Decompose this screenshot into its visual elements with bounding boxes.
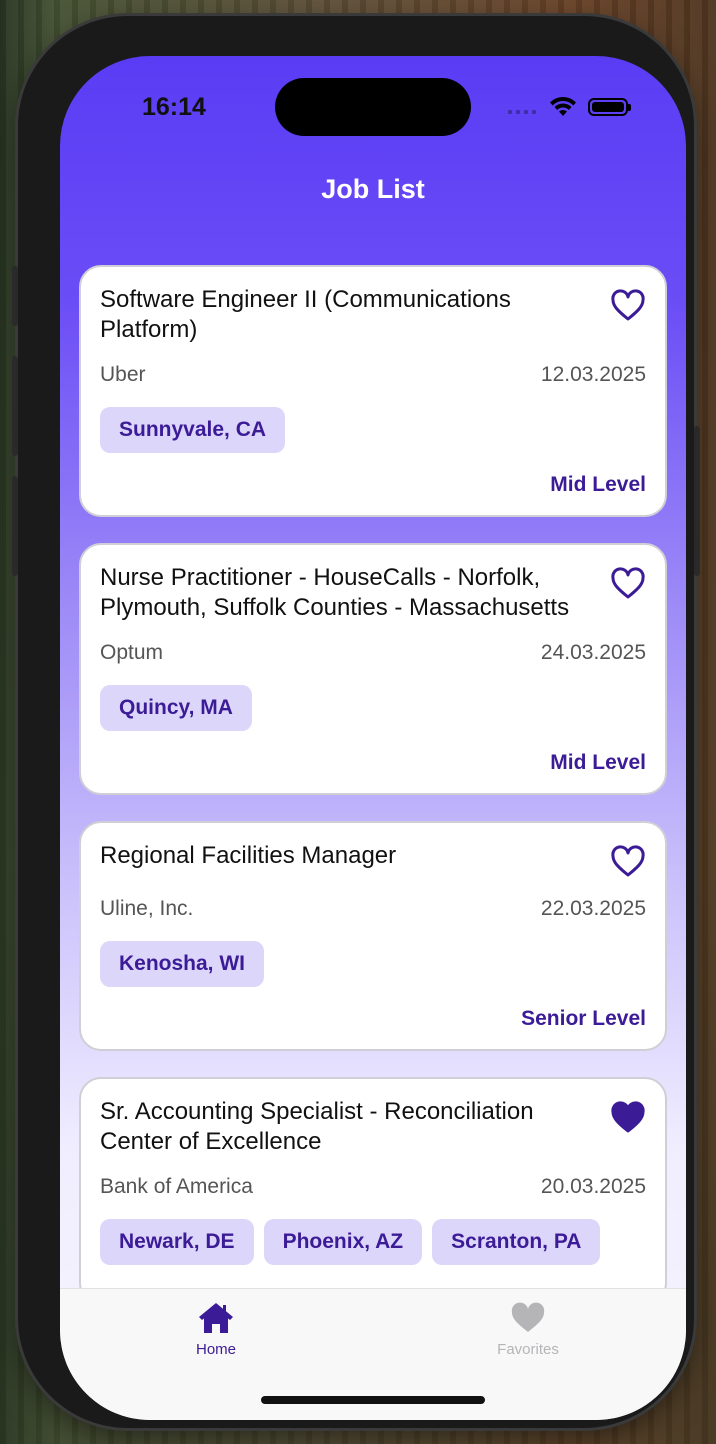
heart-filled-icon[interactable] [610, 1101, 646, 1135]
location-tags: Sunnyvale, CA [100, 407, 646, 453]
posted-date: 22.03.2025 [540, 897, 646, 920]
heart-outline-icon[interactable] [610, 567, 646, 601]
location-tag: Scranton, PA [432, 1219, 601, 1265]
volume-down-button [12, 476, 18, 576]
app-screen: 16:14 Job List Software Engineer II (Com… [60, 56, 686, 1420]
volume-up-button [12, 356, 18, 456]
job-level: Senior Level [521, 1007, 646, 1030]
power-button [694, 426, 700, 576]
status-time: 16:14 [142, 93, 206, 121]
job-title: Software Engineer II (Communications Pla… [100, 286, 511, 343]
battery-icon [588, 98, 631, 116]
page-title: Job List [321, 174, 425, 204]
job-title: Nurse Practitioner - HouseCalls - Norfol… [100, 564, 570, 621]
home-indicator[interactable] [261, 1396, 485, 1404]
job-list[interactable]: Software Engineer II (Communications Pla… [79, 265, 667, 1331]
job-level: Mid Level [550, 751, 646, 774]
heart-icon [511, 1302, 545, 1332]
company-name: Uline, Inc. [100, 897, 194, 920]
wifi-icon [550, 96, 576, 116]
location-tag: Sunnyvale, CA [100, 407, 286, 453]
tab-favorites-label: Favorites [497, 1341, 559, 1358]
cellular-signal-icon [508, 106, 538, 114]
location-tags: Kenosha, WI [100, 941, 646, 987]
posted-date: 24.03.2025 [540, 641, 646, 664]
heart-outline-icon[interactable] [610, 845, 646, 879]
tab-home[interactable]: Home [156, 1301, 276, 1358]
tab-favorites[interactable]: Favorites [468, 1301, 588, 1358]
tab-home-label: Home [195, 1341, 236, 1358]
location-tags: Quincy, MA [100, 685, 646, 731]
posted-date: 20.03.2025 [540, 1175, 646, 1198]
job-card[interactable]: Nurse Practitioner - HouseCalls - Norfol… [79, 543, 667, 795]
dynamic-island [275, 78, 471, 136]
company-name: Bank of America [100, 1175, 253, 1198]
location-tag: Kenosha, WI [100, 941, 265, 987]
company-name: Uber [100, 363, 146, 386]
job-card[interactable]: Regional Facilities Manager Uline, Inc. … [79, 821, 667, 1051]
job-title: Regional Facilities Manager [100, 842, 397, 869]
tab-bar: Home Favorites [60, 1288, 686, 1420]
job-card[interactable]: Software Engineer II (Communications Pla… [79, 265, 667, 517]
location-tag: Phoenix, AZ [263, 1219, 423, 1265]
company-name: Optum [100, 641, 164, 664]
house-icon [199, 1303, 233, 1333]
job-level: Mid Level [550, 473, 646, 496]
location-tag: Newark, DE [100, 1219, 254, 1265]
phone-frame: 16:14 Job List Software Engineer II (Com… [12, 16, 700, 1428]
posted-date: 12.03.2025 [540, 363, 646, 386]
mute-switch [12, 266, 18, 326]
heart-outline-icon[interactable] [610, 289, 646, 323]
job-card[interactable]: Sr. Accounting Specialist - Reconciliati… [79, 1077, 667, 1305]
location-tag: Quincy, MA [100, 685, 252, 731]
status-bar: 16:14 [60, 56, 686, 156]
location-tags: Newark, DE Phoenix, AZ Scranton, PA [100, 1219, 646, 1265]
job-title: Sr. Accounting Specialist - Reconciliati… [100, 1098, 534, 1155]
